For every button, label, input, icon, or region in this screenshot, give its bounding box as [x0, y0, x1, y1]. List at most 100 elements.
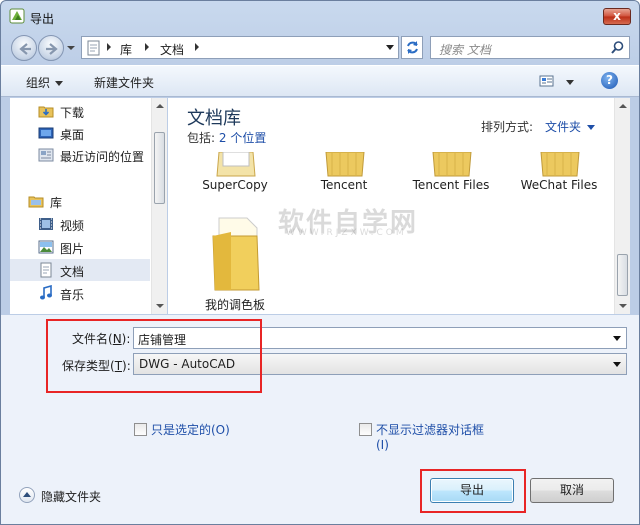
- selected-only-checkbox[interactable]: [134, 423, 147, 436]
- nav-item-label: 下载: [60, 106, 85, 120]
- scroll-thumb[interactable]: [617, 254, 628, 296]
- breadcrumb-documents[interactable]: 文档: [160, 41, 184, 58]
- nav-item-desktop[interactable]: 桌面: [10, 122, 150, 144]
- file-list-pane: 文档库 包括: 2 个位置 排列方式: 文件夹 SuperCopy Tencen…: [168, 98, 630, 314]
- nav-item-label: 视频: [60, 219, 85, 233]
- address-row: 库 文档 搜索 文档: [1, 31, 639, 63]
- file-name: SuperCopy: [202, 178, 268, 192]
- chevron-down-icon[interactable]: [613, 362, 621, 367]
- desktop-icon: [38, 127, 54, 139]
- file-name: 我的调色板: [204, 298, 265, 312]
- command-toolbar: 组织 新建文件夹 ?: [1, 65, 639, 97]
- nav-item-label: 库: [50, 196, 63, 210]
- nav-item-label: 音乐: [60, 288, 85, 302]
- documents-folder-icon: [87, 40, 100, 56]
- nav-item-music[interactable]: 音乐: [10, 282, 150, 304]
- search-icon[interactable]: [610, 40, 625, 55]
- app-icon: [9, 8, 25, 24]
- file-name: Tencent Files: [412, 178, 490, 192]
- help-icon[interactable]: ?: [601, 72, 618, 89]
- nav-item-libraries[interactable]: 库: [10, 190, 150, 212]
- cancel-button[interactable]: 取消: [530, 478, 614, 503]
- scroll-down-icon[interactable]: [156, 304, 164, 308]
- arrow-right-icon: [46, 43, 58, 55]
- forward-button[interactable]: [38, 35, 64, 61]
- folder-item[interactable]: WeChat Files: [507, 152, 611, 194]
- close-button[interactable]: x: [603, 8, 631, 25]
- search-input[interactable]: 搜索 文档: [430, 36, 630, 59]
- nav-item-label: 最近访问的位置: [60, 150, 145, 164]
- file-name: WeChat Files: [520, 178, 598, 192]
- no-filter-dialog-hotkey[interactable]: (I): [376, 438, 389, 452]
- arrange-by-label: 排列方式:: [481, 120, 534, 134]
- back-button[interactable]: [11, 35, 37, 61]
- file-list-scrollbar[interactable]: [614, 98, 630, 314]
- address-dropdown-icon[interactable]: [386, 45, 394, 51]
- nav-item-label: 桌面: [60, 128, 85, 142]
- hide-folders-label: 隐藏文件夹: [41, 490, 102, 504]
- nav-item-pictures[interactable]: 图片: [10, 236, 150, 258]
- library-title: 文档库: [187, 108, 241, 129]
- chevron-up-icon: [19, 487, 35, 503]
- folder-icon: [540, 152, 580, 177]
- save-options-panel: 文件名(N): 店铺管理 保存类型(T): DWG - AutoCAD 只是选定…: [1, 315, 639, 524]
- libraries-icon: [28, 196, 44, 208]
- library-includes: 包括: 2 个位置: [187, 129, 266, 146]
- arrange-by-dropdown[interactable]: 文件夹: [545, 118, 596, 135]
- organize-menu[interactable]: 组织: [26, 74, 64, 91]
- scroll-up-icon[interactable]: [156, 104, 164, 108]
- nav-item-downloads[interactable]: 下载: [10, 100, 150, 122]
- no-filter-dialog-label[interactable]: 不显示过滤器对话框: [376, 421, 484, 438]
- folder-item[interactable]: Tencent: [292, 152, 396, 194]
- chevron-right-icon: [107, 43, 111, 51]
- nav-item-label: 文档: [60, 265, 85, 279]
- chevron-down-icon[interactable]: [613, 336, 621, 341]
- breadcrumb-library[interactable]: 库: [120, 41, 132, 58]
- scroll-thumb[interactable]: [154, 132, 165, 204]
- includes-locations-link[interactable]: 2 个位置: [219, 131, 266, 145]
- folder-item[interactable]: Tencent Files: [399, 152, 503, 194]
- documents-icon: [40, 262, 52, 278]
- arrange-by-value: 文件夹: [545, 120, 582, 134]
- nav-item-videos[interactable]: 视频: [10, 213, 150, 235]
- view-options-dropdown-icon[interactable]: [566, 80, 574, 85]
- selected-only-label[interactable]: 只是选定的(O): [151, 421, 230, 438]
- download-folder-icon: [38, 106, 54, 118]
- folder-item[interactable]: SuperCopy: [183, 152, 287, 194]
- scroll-up-icon[interactable]: [619, 104, 627, 108]
- organize-label: 组织: [26, 76, 51, 90]
- export-dialog: 导出 x 库 文档 搜索 文档 组织 新建文件夹 ? 下载 桌面 最近访问的位置…: [0, 0, 640, 525]
- change-view-icon[interactable]: [539, 74, 555, 88]
- arrow-left-icon: [19, 43, 31, 55]
- folder-icon: [432, 152, 472, 177]
- nav-item-documents[interactable]: 文档: [10, 259, 150, 281]
- refresh-icon: [407, 41, 418, 54]
- refresh-button[interactable]: [401, 36, 423, 59]
- nav-item-label: 图片: [60, 242, 85, 256]
- pictures-icon: [38, 240, 54, 254]
- file-name: Tencent: [320, 178, 368, 192]
- includes-label: 包括:: [187, 131, 216, 145]
- video-icon: [39, 218, 53, 230]
- title-bar: 导出 x: [1, 1, 639, 31]
- address-bar[interactable]: 库 文档: [81, 36, 399, 59]
- nav-item-recent-places[interactable]: 最近访问的位置: [10, 144, 150, 166]
- folder-icon: [216, 152, 256, 177]
- recent-pages-dropdown-icon[interactable]: [67, 44, 75, 52]
- search-placeholder: 搜索 文档: [439, 43, 491, 57]
- no-filter-dialog-checkbox[interactable]: [359, 423, 372, 436]
- watermark-url: WWW.RJZXW.COM: [286, 228, 407, 238]
- chevron-right-icon: [195, 43, 199, 51]
- folder-icon: [212, 217, 260, 291]
- annotation-highlight-box: [46, 319, 262, 393]
- nav-pane-scrollbar[interactable]: [151, 98, 167, 314]
- folder-icon: [325, 152, 365, 177]
- chevron-down-icon: [587, 125, 596, 130]
- recent-places-icon: [38, 148, 54, 162]
- new-folder-button[interactable]: 新建文件夹: [94, 74, 154, 91]
- folder-item[interactable]: 我的调色板: [183, 216, 287, 312]
- chevron-down-icon: [55, 81, 64, 86]
- chevron-right-icon: [145, 43, 149, 51]
- scroll-down-icon[interactable]: [619, 304, 627, 308]
- window-title: 导出: [30, 12, 55, 26]
